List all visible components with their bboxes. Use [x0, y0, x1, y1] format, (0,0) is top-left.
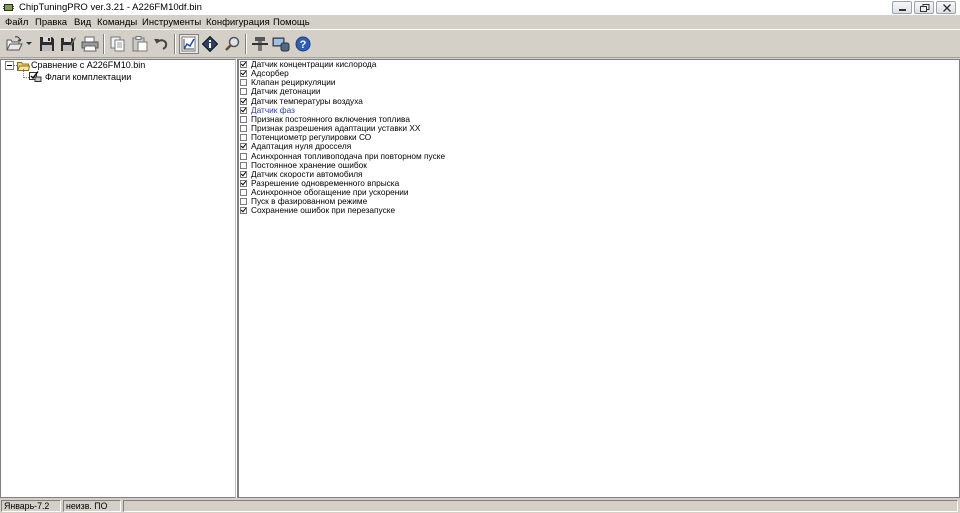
flag-checkbox[interactable]: [240, 115, 247, 123]
status-ecu: Январь-7.2: [1, 500, 61, 512]
svg-text:?: ?: [300, 39, 307, 51]
menu-commands[interactable]: Команды: [97, 17, 137, 28]
paste-icon: [132, 36, 148, 52]
restore-button[interactable]: [914, 1, 934, 14]
status-message: [123, 500, 958, 512]
menu-configuration[interactable]: Конфигурация: [206, 17, 270, 28]
title-bar: ChipTuningPRO ver.3.21 - A226FM10df.bin: [0, 0, 960, 16]
open-dropdown-button[interactable]: [24, 34, 34, 54]
undo-icon: [154, 39, 168, 50]
chart-icon: [181, 36, 196, 52]
minimize-button[interactable]: [892, 1, 912, 14]
save-as-icon: [61, 37, 76, 51]
tree-pane[interactable]: [0, 59, 236, 498]
copy-icon: [110, 36, 125, 52]
tools-button[interactable]: [250, 34, 270, 54]
app-icon: [3, 4, 14, 11]
flag-checkbox[interactable]: [240, 179, 247, 187]
restore-icon: [920, 4, 930, 12]
menu-file[interactable]: Файл: [5, 17, 28, 28]
flags-checklist-icon: [29, 71, 42, 82]
undo-button[interactable]: [151, 34, 171, 54]
window-title: ChipTuningPRO ver.3.21 - A226FM10df.bin: [19, 2, 202, 13]
toolbar-separator: [103, 34, 105, 54]
save-as-button[interactable]: [58, 34, 78, 54]
flag-checkbox[interactable]: [240, 152, 247, 160]
search-icon: [225, 36, 240, 51]
flag-checkbox[interactable]: [240, 61, 247, 68]
flag-checkbox[interactable]: [240, 170, 247, 178]
flag-checkbox[interactable]: [240, 198, 247, 206]
connect-icon: [272, 37, 290, 52]
flag-row[interactable]: Сохранение ошибок при перезапуске: [240, 206, 395, 215]
menu-view[interactable]: Вид: [74, 17, 91, 28]
print-button[interactable]: [80, 34, 100, 54]
open-icon: [6, 36, 23, 51]
tools-icon: [252, 37, 268, 51]
flag-checkbox[interactable]: [240, 88, 247, 96]
chart-button[interactable]: [179, 34, 199, 54]
help-button[interactable]: ?: [293, 34, 313, 54]
tree-collapse-toggle[interactable]: [5, 61, 14, 70]
flag-checkbox[interactable]: [240, 134, 247, 142]
menu-help[interactable]: Помощь: [273, 17, 310, 28]
info-icon: [202, 36, 218, 52]
tree-root-item[interactable]: Сравнение с A226FM10.bin: [31, 60, 145, 70]
save-button[interactable]: [37, 34, 57, 54]
flag-checkbox[interactable]: [240, 125, 247, 133]
menu-tools[interactable]: Инструменты: [142, 17, 201, 28]
menu-bar: Файл Правка Вид Команды Инструменты Конф…: [0, 16, 960, 29]
flag-row[interactable]: Адаптация нуля дросселя: [240, 142, 351, 151]
flag-checkbox[interactable]: [240, 106, 247, 114]
search-button[interactable]: [222, 34, 242, 54]
minimize-icon: [899, 9, 906, 11]
toolbar-separator: [174, 34, 176, 54]
print-icon: [81, 36, 99, 52]
chevron-down-icon: [26, 42, 32, 45]
paste-button[interactable]: [130, 34, 150, 54]
menu-edit[interactable]: Правка: [35, 17, 67, 28]
flag-checkbox[interactable]: [240, 79, 247, 87]
flag-checkbox[interactable]: [240, 207, 247, 215]
close-button[interactable]: [936, 1, 956, 14]
copy-button[interactable]: [108, 34, 128, 54]
flag-label: Сохранение ошибок при перезапуске: [251, 205, 396, 216]
close-icon: [943, 4, 951, 12]
info-button[interactable]: [200, 34, 220, 54]
flag-checkbox[interactable]: [240, 161, 247, 169]
toolbar-separator: [245, 34, 247, 54]
save-icon: [40, 37, 54, 51]
flag-checkbox[interactable]: [240, 143, 247, 151]
flag-label: Адаптация нуля дросселя: [251, 141, 352, 152]
flag-checkbox[interactable]: [240, 70, 247, 78]
tree-item-flags[interactable]: Флаги комплектации: [45, 72, 131, 82]
toolbar: ?: [0, 29, 960, 58]
help-icon: ?: [295, 36, 311, 52]
flag-checkbox[interactable]: [240, 189, 247, 197]
connect-button[interactable]: [271, 34, 291, 54]
status-bar: Январь-7.2 неизв. ПО: [0, 499, 960, 513]
flag-checkbox[interactable]: [240, 97, 247, 105]
open-button[interactable]: [4, 34, 24, 54]
status-software: неизв. ПО: [63, 500, 121, 512]
